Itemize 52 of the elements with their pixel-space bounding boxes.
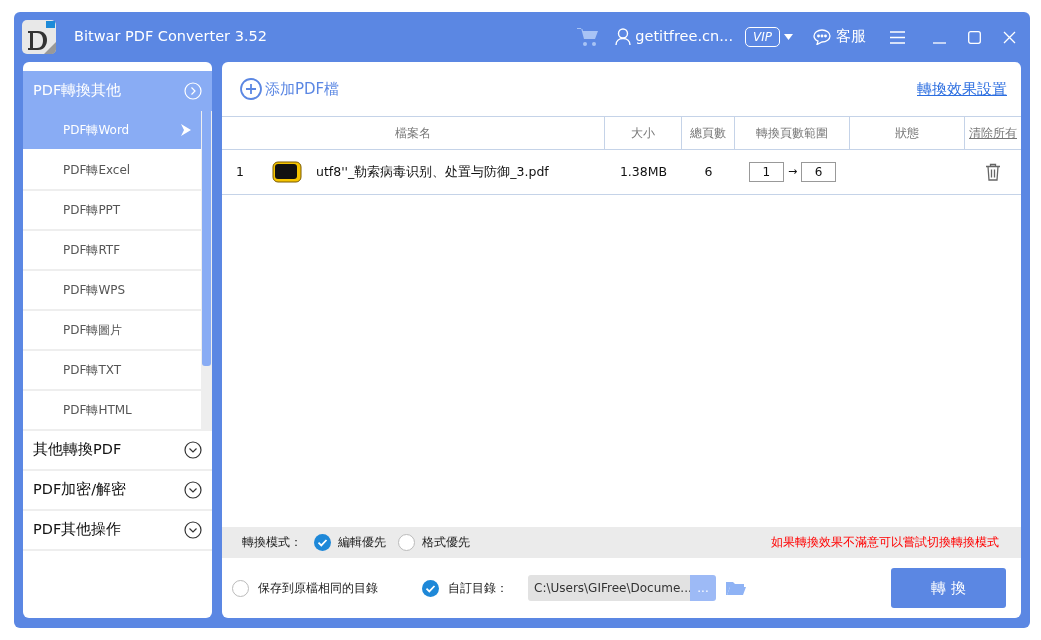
chevron-right-icon	[181, 124, 191, 136]
sidebar-item[interactable]: PDF轉TXT	[23, 351, 201, 391]
column-header: 總頁數	[682, 117, 735, 149]
path-field[interactable]: C:\Users\GIFree\Docume...	[528, 575, 690, 601]
radio-button[interactable]	[232, 579, 249, 597]
row-index: 1	[235, 162, 245, 181]
output-option-label[interactable]: 保存到原檔相同的目錄	[258, 579, 378, 597]
column-header: 轉換頁數範圍	[735, 117, 850, 149]
sidebar-item[interactable]: PDF轉圖片	[23, 311, 201, 351]
folder-icon[interactable]	[726, 580, 746, 596]
app-logo-icon	[22, 20, 56, 54]
output-option-label[interactable]: 自訂目錄：	[448, 579, 508, 597]
radio-button[interactable]	[398, 534, 415, 551]
sidebar-item[interactable]: PDF轉Excel	[23, 151, 201, 191]
sidebar-item[interactable]: PDF轉WPS	[23, 271, 201, 311]
settings-link[interactable]: 轉換效果設置	[917, 77, 1007, 101]
add-pdf-button[interactable]: 添加PDF檔	[240, 77, 340, 101]
range-to-field[interactable]: 6	[801, 162, 837, 182]
mode-label: 轉換模式：	[242, 533, 302, 551]
column-header: 大小	[605, 117, 682, 149]
close-icon[interactable]	[1003, 30, 1016, 44]
column-header: 檔案名	[222, 117, 605, 149]
sidebar-item[interactable]: PDF轉RTF	[23, 231, 201, 271]
sidebar-item[interactable]: PDF轉HTML	[23, 391, 201, 431]
file-name: utf8''_勒索病毒识别、处置与防御_3.pdf	[316, 162, 550, 181]
mode-hint: 如果轉換效果不滿意可以嘗試切換轉換模式	[771, 533, 999, 551]
range-from-field[interactable]: 1	[748, 162, 784, 182]
page-count: 6	[703, 162, 714, 181]
user-icon[interactable]	[615, 28, 632, 46]
mode-option-label[interactable]: 格式優先	[422, 533, 470, 552]
chat-icon[interactable]	[813, 29, 831, 45]
expand-icon	[184, 481, 202, 499]
pdf-file-icon	[272, 161, 302, 183]
checked-radio[interactable]	[422, 579, 439, 597]
mode-option-label[interactable]: 編輯優先	[338, 533, 386, 552]
clear-all-link[interactable]: 清除所有	[965, 117, 1021, 149]
column-header: 狀態	[850, 117, 965, 149]
maximize-icon[interactable]	[968, 30, 981, 44]
sidebar-item[interactable]: PDF轉PPT	[23, 191, 201, 231]
file-size: 1.38MB	[618, 162, 669, 181]
menu-icon[interactable]	[890, 30, 905, 44]
range-arrow: →	[787, 163, 798, 180]
caret-icon[interactable]	[784, 34, 793, 40]
chevron-circle-icon	[184, 82, 202, 100]
expand-icon	[184, 521, 202, 539]
trash-icon[interactable]	[985, 163, 1001, 181]
cart-icon[interactable]	[577, 27, 600, 47]
scrollbar-thumb[interactable]	[202, 111, 211, 366]
checked-radio[interactable]	[314, 534, 331, 551]
plus-circle-icon	[240, 78, 262, 100]
window-title: Bitwar PDF Converter 3.52	[74, 27, 267, 47]
expand-icon	[184, 441, 202, 459]
